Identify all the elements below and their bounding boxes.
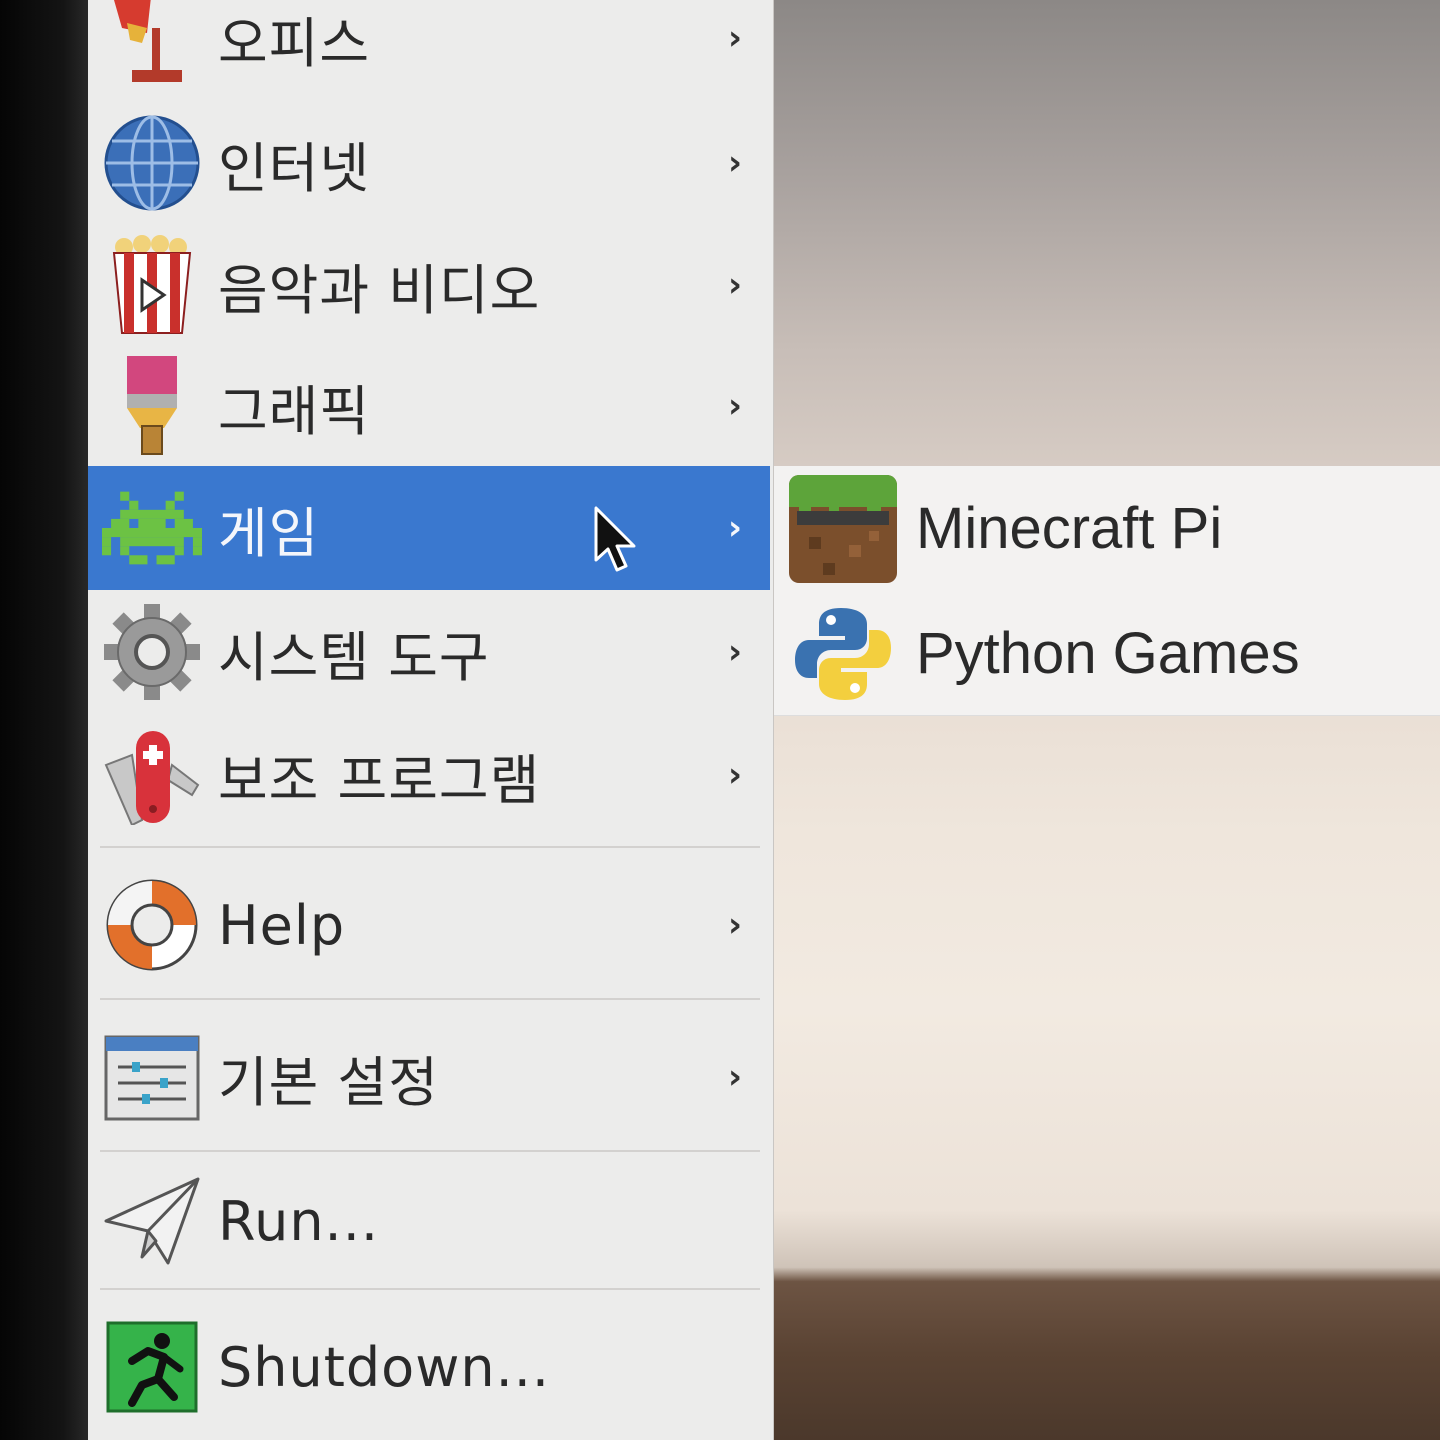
menu-item-label: 음악과 비디오 xyxy=(218,258,541,322)
swiss-knife-icon xyxy=(102,725,202,825)
menu-item-internet[interactable]: 인터넷 › xyxy=(88,102,770,224)
menu-separator xyxy=(100,998,760,1000)
chevron-right-icon: › xyxy=(728,386,743,426)
submenu-item-python-games[interactable]: Python Games xyxy=(774,591,1440,716)
office-lamp-icon xyxy=(102,0,202,88)
menu-item-label: 그래픽 xyxy=(218,379,371,443)
mouse-pointer-icon xyxy=(592,506,642,576)
menu-separator xyxy=(100,1150,760,1152)
chevron-right-icon: › xyxy=(728,265,743,305)
menu-item-shutdown[interactable]: Shutdown... xyxy=(88,1294,770,1440)
submenu-item-minecraft-pi[interactable]: Minecraft Pi xyxy=(774,466,1440,591)
chevron-right-icon: › xyxy=(728,905,743,945)
menu-item-run[interactable]: Run... xyxy=(88,1156,770,1286)
lifebuoy-icon xyxy=(102,875,202,975)
chevron-right-icon: › xyxy=(728,18,743,58)
menu-item-label: Help xyxy=(218,893,346,957)
menu-item-preferences[interactable]: 기본 설정 › xyxy=(88,1004,770,1150)
menu-item-sound-video[interactable]: 음악과 비디오 › xyxy=(88,224,770,346)
menu-item-games[interactable]: 게임 › xyxy=(88,466,770,590)
paintbrush-icon xyxy=(102,356,202,456)
python-icon xyxy=(788,599,898,709)
menu-item-label: 게임 xyxy=(218,501,320,565)
menu-item-label: Shutdown... xyxy=(218,1335,551,1399)
menu-item-label: 오피스 xyxy=(218,11,371,75)
paper-plane-icon xyxy=(102,1171,202,1271)
menu-separator xyxy=(100,1288,760,1290)
chevron-right-icon: › xyxy=(728,143,743,183)
application-menu: 오피스 › 인터넷 › 음악과 비디오 › 그래픽 › 게임 › 시스템 도구 … xyxy=(88,0,774,1440)
menu-item-accessories[interactable]: 보조 프로그램 › xyxy=(88,714,770,836)
gear-icon xyxy=(102,602,202,702)
popcorn-video-icon xyxy=(102,235,202,335)
menu-item-label: Run... xyxy=(218,1189,380,1253)
chevron-right-icon: › xyxy=(728,755,743,795)
menu-item-label: 기본 설정 xyxy=(218,1050,439,1114)
submenu-item-label: Python Games xyxy=(916,621,1300,686)
menu-item-label: 시스템 도구 xyxy=(218,625,490,689)
screen-bezel xyxy=(0,0,90,1440)
exit-runner-icon xyxy=(102,1317,202,1417)
menu-item-label: 인터넷 xyxy=(218,136,371,200)
menu-item-help[interactable]: Help › xyxy=(88,852,770,998)
menu-separator xyxy=(100,846,760,848)
menu-item-office[interactable]: 오피스 › xyxy=(88,0,770,98)
menu-item-graphics[interactable]: 그래픽 › xyxy=(88,346,770,466)
chevron-right-icon: › xyxy=(728,1057,743,1097)
games-submenu: Minecraft Pi Python Games xyxy=(774,466,1440,716)
menu-item-system-tools[interactable]: 시스템 도구 › xyxy=(88,590,770,714)
settings-sliders-icon xyxy=(102,1027,202,1127)
space-invader-icon xyxy=(102,478,202,578)
menu-item-label: 보조 프로그램 xyxy=(218,748,541,812)
chevron-right-icon: › xyxy=(728,632,743,672)
submenu-item-label: Minecraft Pi xyxy=(916,496,1223,561)
globe-icon xyxy=(102,113,202,213)
minecraft-icon xyxy=(788,474,898,584)
chevron-right-icon: › xyxy=(728,508,743,548)
